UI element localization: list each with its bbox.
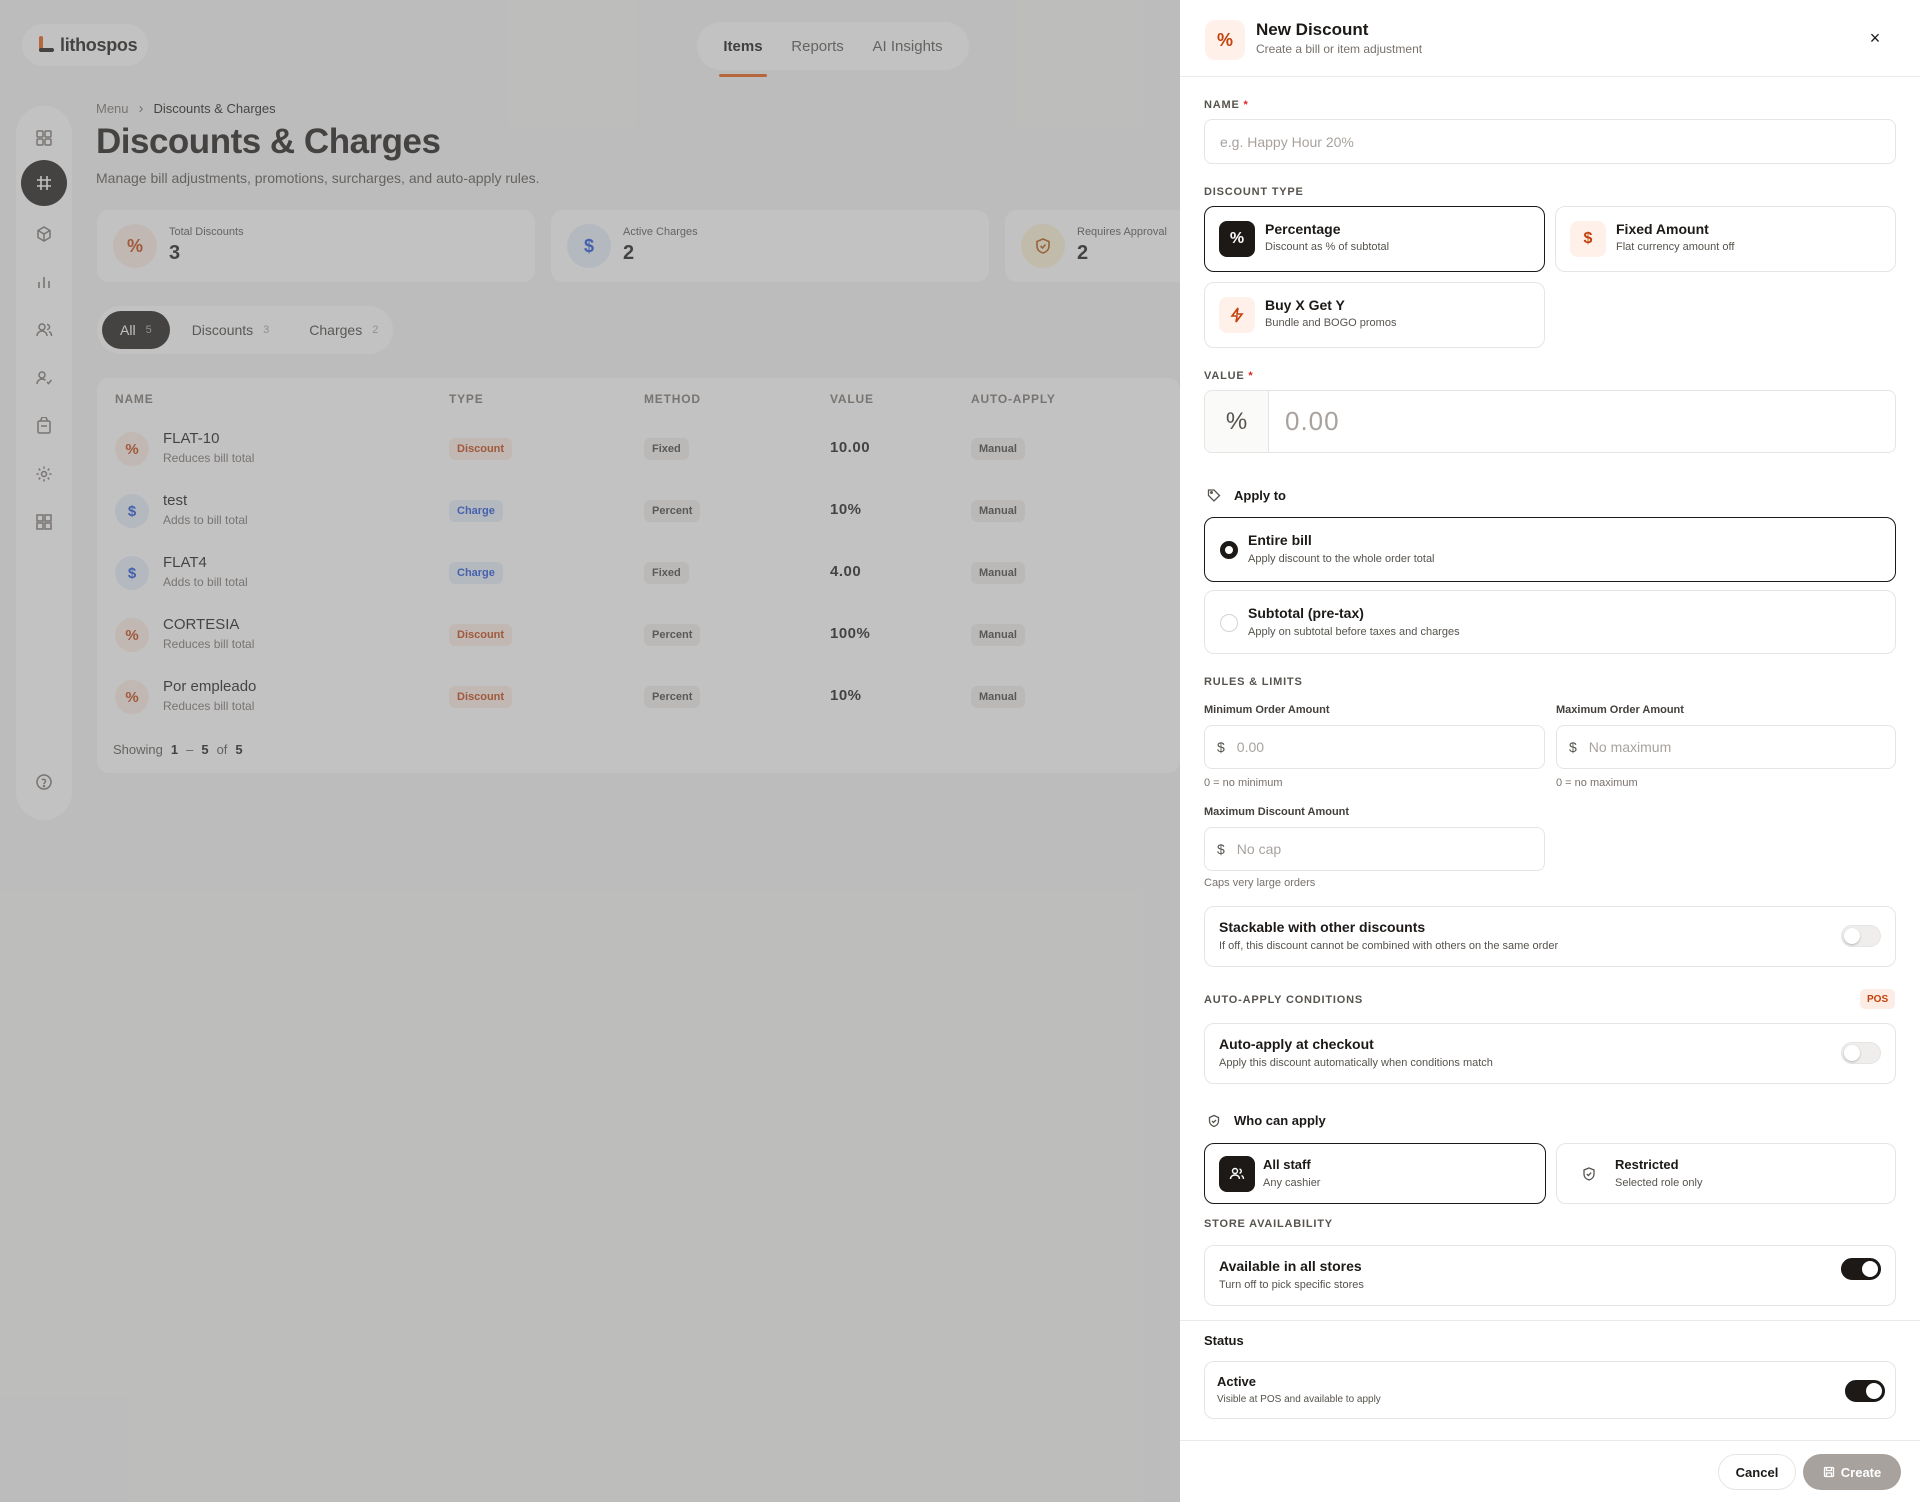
option-title: Restricted [1615, 1157, 1679, 1172]
status-label: Status [1204, 1333, 1244, 1348]
auto-apply-desc: Apply this discount automatically when c… [1219, 1057, 1493, 1069]
status-title: Active [1217, 1374, 1257, 1389]
name-placeholder: e.g. Happy Hour 20% [1220, 133, 1354, 150]
currency-prefix: $ [1217, 841, 1225, 857]
close-button[interactable]: × [1862, 25, 1888, 51]
max-discount-hint: Caps very large orders [1204, 877, 1316, 889]
max-discount-input[interactable]: $ No cap [1204, 827, 1545, 871]
status-desc: Visible at POS and available to apply [1217, 1394, 1381, 1405]
value-prefix: % [1205, 391, 1269, 452]
rules-label: RULES & LIMITS [1204, 676, 1303, 688]
option-title: Entire bill [1248, 532, 1312, 548]
panel-title: New Discount [1256, 20, 1369, 39]
stackable-title: Stackable with other discounts [1219, 919, 1426, 935]
apply-to-entire-bill[interactable]: Entire bill Apply discount to the whole … [1204, 517, 1896, 582]
max-discount-placeholder: No cap [1236, 841, 1282, 857]
currency-prefix: $ [1569, 739, 1577, 755]
tag-icon [1207, 488, 1221, 507]
radio-unselected[interactable] [1220, 614, 1238, 632]
new-discount-panel: % New Discount Create a bill or item adj… [1180, 0, 1920, 1502]
value-placeholder: 0.00 [1285, 406, 1340, 436]
create-label: Create [1840, 1464, 1882, 1480]
close-icon: × [1869, 27, 1881, 48]
status-setting: Active Visible at POS and available to a… [1204, 1361, 1896, 1419]
option-desc: Selected role only [1615, 1177, 1703, 1189]
stackable-desc: If off, this discount cannot be combined… [1219, 940, 1559, 952]
shield-icon [1207, 1114, 1221, 1133]
option-title: Percentage [1265, 221, 1341, 237]
store-title: Available in all stores [1219, 1258, 1362, 1274]
currency-prefix: $ [1217, 739, 1225, 755]
shield-icon [1571, 1156, 1607, 1192]
store-availability-toggle[interactable] [1841, 1258, 1881, 1280]
stackable-toggle[interactable] [1841, 925, 1881, 947]
option-title: Subtotal (pre-tax) [1248, 605, 1364, 621]
stackable-setting: Stackable with other discounts If off, t… [1204, 906, 1896, 967]
discount-type-label: DISCOUNT TYPE [1204, 186, 1304, 198]
discount-type-buy-x-get-y[interactable]: Buy X Get Y Bundle and BOGO promos [1204, 282, 1545, 348]
option-desc: Apply on subtotal before taxes and charg… [1248, 626, 1460, 638]
apply-to-label: Apply to [1234, 488, 1286, 503]
value-label: VALUE * [1204, 370, 1253, 382]
max-discount-label: Maximum Discount Amount [1204, 806, 1350, 818]
users-icon [1219, 1156, 1255, 1192]
modal-overlay[interactable] [0, 0, 1180, 1502]
discount-type-percentage[interactable]: % Percentage Discount as % of subtotal [1204, 206, 1545, 272]
option-desc: Discount as % of subtotal [1265, 241, 1390, 253]
who-can-apply-label: Who can apply [1234, 1113, 1326, 1128]
dollar-icon: $ [1570, 221, 1606, 257]
value-label-text: VALUE [1204, 370, 1245, 382]
option-desc: Bundle and BOGO promos [1265, 317, 1397, 329]
option-title: Fixed Amount [1616, 221, 1709, 237]
min-order-placeholder: 0.00 [1236, 739, 1265, 755]
option-desc: Apply discount to the whole order total [1248, 553, 1435, 565]
min-order-hint: 0 = no minimum [1204, 777, 1283, 789]
min-order-input[interactable]: $ 0.00 [1204, 725, 1545, 769]
panel-subtitle: Create a bill or item adjustment [1256, 42, 1423, 56]
apply-to-subtotal[interactable]: Subtotal (pre-tax) Apply on subtotal bef… [1204, 590, 1896, 654]
option-title: All staff [1263, 1157, 1311, 1172]
auto-apply-toggle[interactable] [1841, 1042, 1881, 1064]
max-order-placeholder: No maximum [1588, 739, 1672, 755]
option-desc: Flat currency amount off [1616, 241, 1735, 253]
divider [1180, 1440, 1920, 1441]
divider [1180, 1320, 1920, 1321]
discount-type-fixed-amount[interactable]: $ Fixed Amount Flat currency amount off [1555, 206, 1896, 272]
cancel-button[interactable]: Cancel [1718, 1454, 1796, 1490]
save-icon [1823, 1466, 1834, 1478]
option-title: Buy X Get Y [1265, 297, 1345, 313]
name-label: NAME * [1204, 99, 1249, 111]
name-label-text: NAME [1204, 99, 1240, 111]
store-availability-setting: Available in all stores Turn off to pick… [1204, 1245, 1896, 1306]
min-order-label: Minimum Order Amount [1204, 704, 1330, 716]
who-all-staff[interactable]: All staff Any cashier [1204, 1143, 1546, 1204]
auto-apply-setting: Auto-apply at checkout Apply this discou… [1204, 1023, 1896, 1084]
status-toggle[interactable] [1845, 1380, 1885, 1402]
max-order-input[interactable]: $ No maximum [1556, 725, 1896, 769]
option-desc: Any cashier [1263, 1177, 1321, 1189]
auto-apply-title: Auto-apply at checkout [1219, 1036, 1374, 1052]
store-desc: Turn off to pick specific stores [1219, 1279, 1364, 1291]
max-order-hint: 0 = no maximum [1556, 777, 1638, 789]
max-order-label: Maximum Order Amount [1556, 704, 1684, 716]
required-mark: * [1248, 370, 1254, 382]
divider [1180, 76, 1920, 77]
percent-icon: % [1205, 20, 1245, 60]
store-availability-label: STORE AVAILABILITY [1204, 1218, 1333, 1230]
who-restricted[interactable]: Restricted Selected role only [1556, 1143, 1896, 1204]
auto-apply-label: AUTO-APPLY CONDITIONS [1204, 994, 1364, 1006]
bolt-icon [1219, 297, 1255, 333]
pos-badge: POS [1860, 989, 1896, 1009]
radio-selected[interactable] [1220, 541, 1238, 559]
create-button[interactable]: Create [1803, 1454, 1901, 1490]
percent-icon: % [1219, 221, 1255, 257]
name-input[interactable]: e.g. Happy Hour 20% [1204, 119, 1896, 164]
required-mark: * [1243, 99, 1249, 111]
value-input[interactable]: % 0.00 [1204, 390, 1896, 453]
